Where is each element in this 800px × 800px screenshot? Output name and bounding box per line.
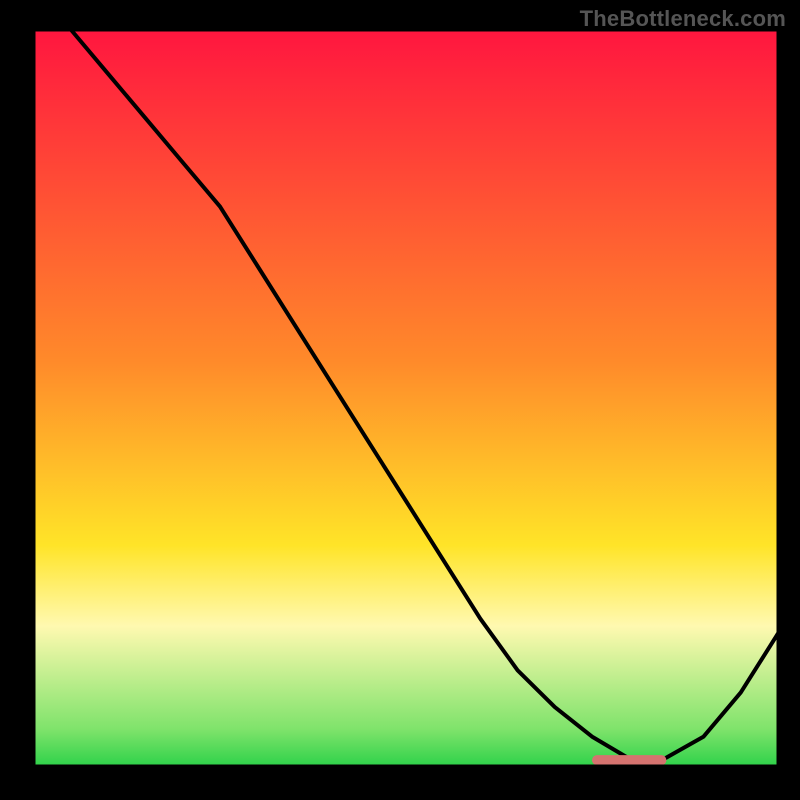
watermark-text: TheBottleneck.com bbox=[580, 6, 786, 32]
minimum-marker bbox=[592, 755, 666, 765]
bottleneck-chart bbox=[0, 0, 800, 800]
chart-container: TheBottleneck.com bbox=[0, 0, 800, 800]
plot-area bbox=[34, 30, 778, 766]
